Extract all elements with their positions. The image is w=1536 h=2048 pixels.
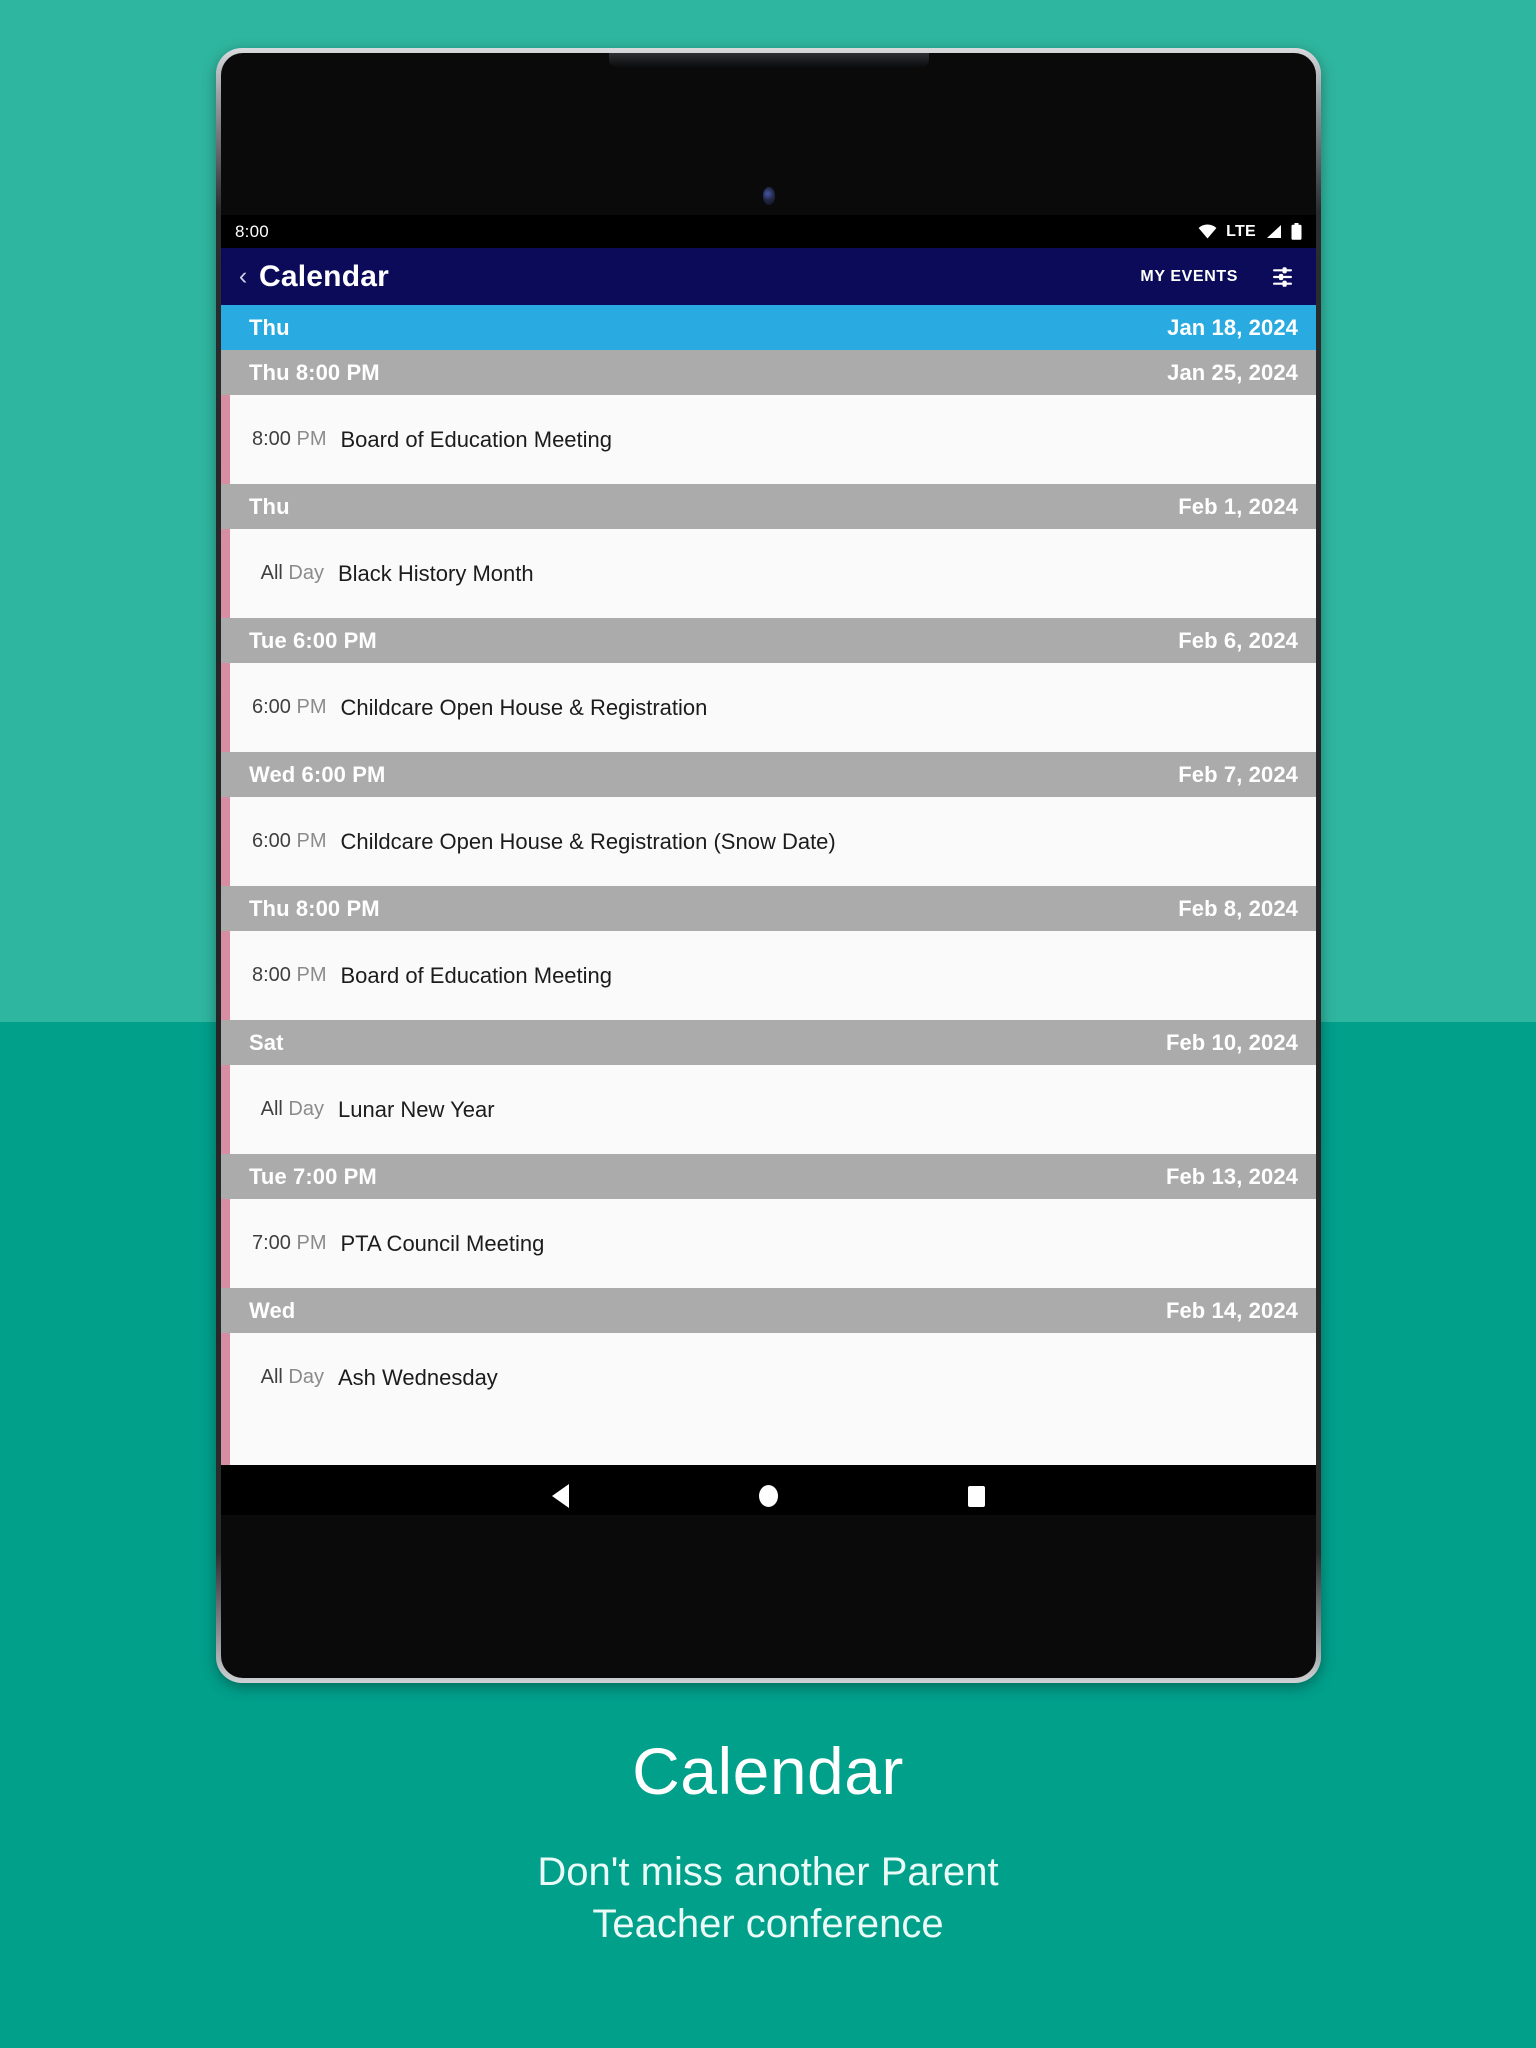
event-time-value: 7:00 xyxy=(252,1232,291,1254)
event-title: Board of Education Meeting xyxy=(340,962,613,988)
app-bar: ‹ Calendar MY EVENTS xyxy=(221,248,1316,305)
event-row[interactable]: All Day Ash Wednesday xyxy=(221,1333,1316,1422)
android-navigation-bar xyxy=(221,1465,1316,1515)
event-row[interactable]: 8:00 PM Board of Education Meeting xyxy=(221,931,1316,1020)
event-title: Ash Wednesday xyxy=(338,1364,498,1390)
battery-icon xyxy=(1291,223,1302,240)
event-row[interactable]: 8:00 PM Board of Education Meeting xyxy=(221,395,1316,484)
tune-icon[interactable] xyxy=(1268,262,1298,292)
date-header-date: Jan 18, 2024 xyxy=(1167,314,1298,340)
event-time-meridiem: Day xyxy=(288,1366,324,1388)
event-row[interactable]: All Day Lunar New Year xyxy=(221,1065,1316,1154)
event-row[interactable]: 6:00 PM Childcare Open House & Registrati… xyxy=(221,663,1316,752)
event-title: PTA Council Meeting xyxy=(340,1230,545,1256)
date-header-day: Tue 6:00 PM xyxy=(249,627,377,653)
device-screen: 8:00 LTE ‹ Calendar MY EVENTS Thu Jan 18… xyxy=(221,215,1316,1515)
date-header-day: Wed 6:00 PM xyxy=(249,761,386,787)
date-header-date: Jan 25, 2024 xyxy=(1167,359,1298,385)
recents-square-icon[interactable] xyxy=(957,1476,997,1515)
date-header: Thu 8:00 PM Feb 8, 2024 xyxy=(221,886,1316,931)
speaker-notch xyxy=(608,53,929,67)
caption-subtitle-line-2: Teacher conference xyxy=(592,1902,944,1947)
caption-title: Calendar xyxy=(632,1734,904,1808)
cellular-signal-icon xyxy=(1265,224,1282,239)
event-time: All Day xyxy=(252,562,324,585)
date-header: Tue 7:00 PM Feb 13, 2024 xyxy=(221,1154,1316,1199)
status-icon-group: LTE xyxy=(1198,223,1302,241)
status-clock: 8:00 xyxy=(235,221,269,241)
date-header: Wed Feb 14, 2024 xyxy=(221,1288,1316,1333)
wifi-icon xyxy=(1198,224,1217,239)
event-time: 6:00 PM xyxy=(252,830,327,853)
event-title: Childcare Open House & Registration (Sno… xyxy=(340,828,836,854)
event-row[interactable]: 6:00 PM Childcare Open House & Registrati… xyxy=(221,797,1316,886)
date-header-day: Sat xyxy=(249,1029,284,1055)
back-icon[interactable]: ‹ xyxy=(231,264,255,289)
event-time-meridiem: PM xyxy=(296,964,327,986)
date-header-date: Feb 10, 2024 xyxy=(1165,1029,1298,1055)
date-header-day: Wed xyxy=(249,1297,296,1323)
event-time-value: 6:00 xyxy=(252,696,291,718)
event-time: 6:00 PM xyxy=(252,696,327,719)
event-time-meridiem: PM xyxy=(296,830,327,852)
event-time-value: All xyxy=(260,1366,283,1388)
tablet-device-frame: 8:00 LTE ‹ Calendar MY EVENTS Thu Jan 18… xyxy=(216,48,1321,1683)
date-header-date: Feb 7, 2024 xyxy=(1178,761,1298,787)
caption-subtitle-line-1: Don't miss another Parent xyxy=(537,1849,999,1894)
date-header: Thu 8:00 PM Jan 25, 2024 xyxy=(221,350,1316,395)
date-header-day: Thu xyxy=(249,493,290,519)
date-header-day: Thu xyxy=(249,314,290,340)
date-header-date: Feb 1, 2024 xyxy=(1178,493,1298,519)
event-row[interactable]: 7:00 PM PTA Council Meeting xyxy=(221,1199,1316,1288)
event-title: Lunar New Year xyxy=(338,1096,495,1122)
event-time-meridiem: PM xyxy=(296,1232,327,1254)
event-title: Childcare Open House & Registration xyxy=(340,694,708,720)
date-header-day: Tue 7:00 PM xyxy=(249,1163,377,1189)
event-time: 8:00 PM xyxy=(252,964,327,987)
front-camera-icon xyxy=(762,187,775,205)
my-events-button[interactable]: MY EVENTS xyxy=(1140,268,1238,286)
event-time: 7:00 PM xyxy=(252,1232,327,1255)
back-triangle-icon[interactable] xyxy=(541,1476,581,1515)
event-time-value: 8:00 xyxy=(252,428,291,450)
network-type-label: LTE xyxy=(1226,222,1256,240)
list-bottom-spacer xyxy=(221,1422,1316,1465)
agenda-list[interactable]: Thu Jan 18, 2024 Thu 8:00 PM Jan 25, 2024 8:… xyxy=(221,305,1316,1465)
event-time: All Day xyxy=(252,1098,324,1121)
event-time: 8:00 PM xyxy=(252,428,327,451)
event-time: All Day xyxy=(252,1366,324,1389)
status-bar: 8:00 LTE xyxy=(221,215,1316,248)
date-header: Thu Feb 1, 2024 xyxy=(221,484,1316,529)
event-time-meridiem: PM xyxy=(296,696,327,718)
date-header-date: Feb 14, 2024 xyxy=(1165,1297,1298,1323)
home-circle-icon[interactable] xyxy=(749,1476,789,1515)
tablet-screen-bezel: 8:00 LTE ‹ Calendar MY EVENTS Thu Jan 18… xyxy=(221,53,1316,1678)
event-time-meridiem: Day xyxy=(288,562,324,584)
date-header-day: Thu 8:00 PM xyxy=(249,359,380,385)
store-caption: Calendar Don't miss another Parent Teach… xyxy=(0,1735,1536,1951)
event-time-value: 8:00 xyxy=(252,964,291,986)
date-header: Thu Jan 18, 2024 xyxy=(221,305,1316,350)
event-time-meridiem: Day xyxy=(288,1098,324,1120)
caption-subtitle: Don't miss another Parent Teacher confer… xyxy=(0,1846,1536,1952)
date-header: Wed 6:00 PM Feb 7, 2024 xyxy=(221,752,1316,797)
event-title: Board of Education Meeting xyxy=(340,426,613,452)
event-time-meridiem: PM xyxy=(296,428,327,450)
event-title: Black History Month xyxy=(338,560,534,586)
event-time-value: All xyxy=(260,562,283,584)
event-time-value: All xyxy=(260,1098,283,1120)
event-time-value: 6:00 xyxy=(252,830,291,852)
date-header: Sat Feb 10, 2024 xyxy=(221,1020,1316,1065)
date-header-date: Feb 13, 2024 xyxy=(1165,1163,1298,1189)
date-header: Tue 6:00 PM Feb 6, 2024 xyxy=(221,618,1316,663)
date-header-date: Feb 6, 2024 xyxy=(1178,627,1298,653)
event-row[interactable]: All Day Black History Month xyxy=(221,529,1316,618)
date-header-day: Thu 8:00 PM xyxy=(249,895,380,921)
date-header-date: Feb 8, 2024 xyxy=(1178,895,1298,921)
page-title: Calendar xyxy=(259,259,389,293)
